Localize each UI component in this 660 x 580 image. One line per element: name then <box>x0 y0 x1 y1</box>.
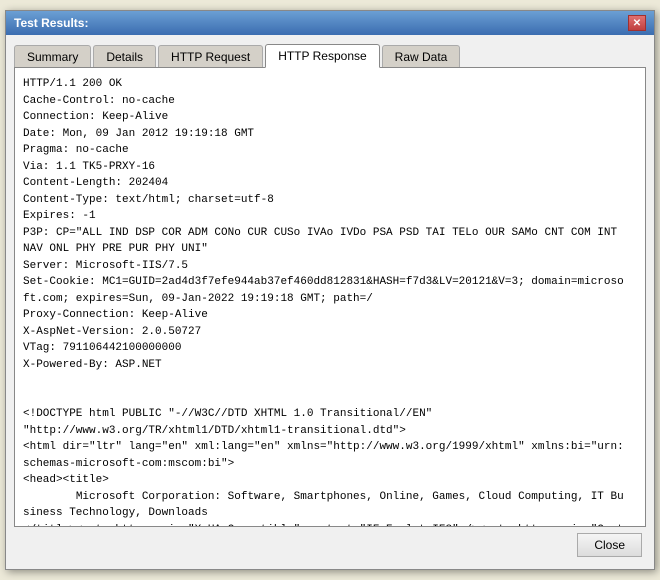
test-results-window: Test Results: ✕ Summary Details HTTP Req… <box>5 10 655 570</box>
footer: Close <box>14 527 646 561</box>
window-close-button[interactable]: ✕ <box>628 15 646 31</box>
response-content[interactable]: HTTP/1.1 200 OK Cache-Control: no-cache … <box>15 68 645 526</box>
close-button[interactable]: Close <box>577 533 642 557</box>
tab-http-response[interactable]: HTTP Response <box>265 44 379 68</box>
content-area: HTTP/1.1 200 OK Cache-Control: no-cache … <box>14 67 646 527</box>
tab-summary[interactable]: Summary <box>14 45 91 68</box>
tab-details[interactable]: Details <box>93 45 156 68</box>
tab-raw-data[interactable]: Raw Data <box>382 45 461 68</box>
tab-http-request[interactable]: HTTP Request <box>158 45 263 68</box>
window-body: Summary Details HTTP Request HTTP Respon… <box>6 35 654 569</box>
window-title: Test Results: <box>14 16 88 30</box>
tab-bar: Summary Details HTTP Request HTTP Respon… <box>14 43 646 67</box>
title-bar: Test Results: ✕ <box>6 11 654 35</box>
